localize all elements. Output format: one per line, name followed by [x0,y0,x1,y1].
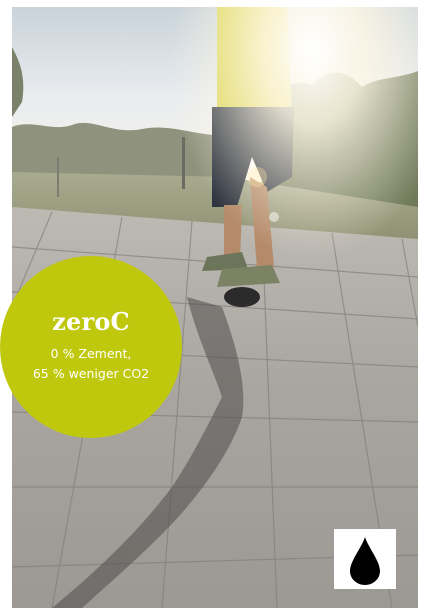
badge-cement-line: 0 % Zement, [50,346,132,361]
water-drop-icon [350,537,380,585]
water-drop-marker [334,529,396,589]
badge-title: zeroC [52,307,130,336]
badge-co2-line: 65 % weniger CO2 [32,366,150,381]
page: zeroC 0 % Zement, 65 % weniger CO2 [0,0,423,608]
zeroc-badge: zeroC 0 % Zement, 65 % weniger CO2 [0,256,182,438]
